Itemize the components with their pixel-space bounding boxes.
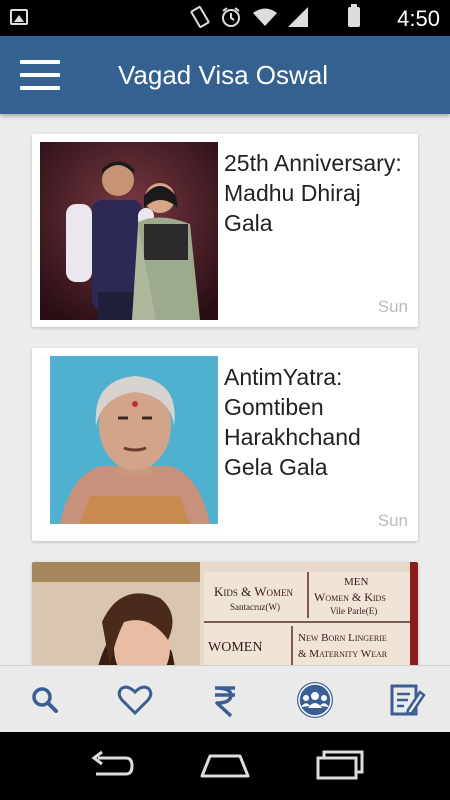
ad-maternity: & Maternity Wear: [298, 648, 388, 660]
news-feed[interactable]: 25th Anniversary: Madhu Dhiraj Gala Sun …: [0, 114, 450, 665]
feed-headline: AntimYatra: Gomtiben Harakhchand Gela Ga…: [224, 364, 361, 480]
recents-icon[interactable]: [314, 748, 364, 784]
battery-icon: [348, 4, 360, 27]
feed-card[interactable]: Kids & Women Santacruz(W) Men Women & Ki…: [32, 562, 418, 665]
app-bar: Vagad Visa Oswal: [0, 36, 450, 114]
ad-women-kids: Women & Kids: [314, 590, 386, 604]
ad-men: Men: [344, 576, 369, 588]
feed-card[interactable]: 25th Anniversary: Madhu Dhiraj Gala Sun: [32, 134, 418, 327]
status-bar: 4:50: [0, 0, 450, 36]
feed-card[interactable]: AntimYatra: Gomtiben Harakhchand Gela Ga…: [32, 348, 418, 541]
alarm-icon: [222, 7, 240, 27]
ad-vile-parle: Vile Parle(E): [330, 606, 378, 616]
no-signal-icon: [318, 7, 338, 27]
wifi-icon: [253, 8, 277, 26]
system-navigation-bar: [0, 732, 450, 800]
app-title: Vagad Visa Oswal: [118, 60, 329, 90]
ad-santacruz: Santacruz(W): [230, 602, 280, 612]
search-icon[interactable]: [22, 678, 66, 722]
gallery-notification-icon: [10, 9, 28, 25]
feed-headline: 25th Anniversary: Madhu Dhiraj Gala: [224, 150, 402, 236]
advertisement-banner: Kids & Women Santacruz(W) Men Women & Ki…: [32, 562, 418, 665]
vibrate-icon: [190, 6, 210, 28]
ad-women: Women: [208, 640, 263, 655]
ad-kids-women: Kids & Women: [214, 584, 294, 599]
signal-icon: [288, 7, 308, 27]
portrait-photo: [40, 356, 218, 534]
feed-day: Sun: [377, 511, 408, 530]
bottom-navigation: [0, 665, 450, 732]
back-icon[interactable]: [86, 748, 136, 784]
heart-icon[interactable]: [113, 678, 157, 722]
couple-photo: [40, 142, 218, 320]
ad-new-born: New Born Lingerie: [298, 632, 387, 644]
home-icon[interactable]: [198, 748, 252, 784]
community-icon[interactable]: [293, 678, 337, 722]
edit-note-icon[interactable]: [384, 678, 428, 722]
hamburger-menu-icon[interactable]: [20, 60, 60, 90]
feed-day: Sun: [377, 297, 408, 316]
status-icons: [190, 4, 360, 28]
rupee-icon[interactable]: [203, 678, 247, 722]
clock: 4:50: [397, 6, 440, 31]
